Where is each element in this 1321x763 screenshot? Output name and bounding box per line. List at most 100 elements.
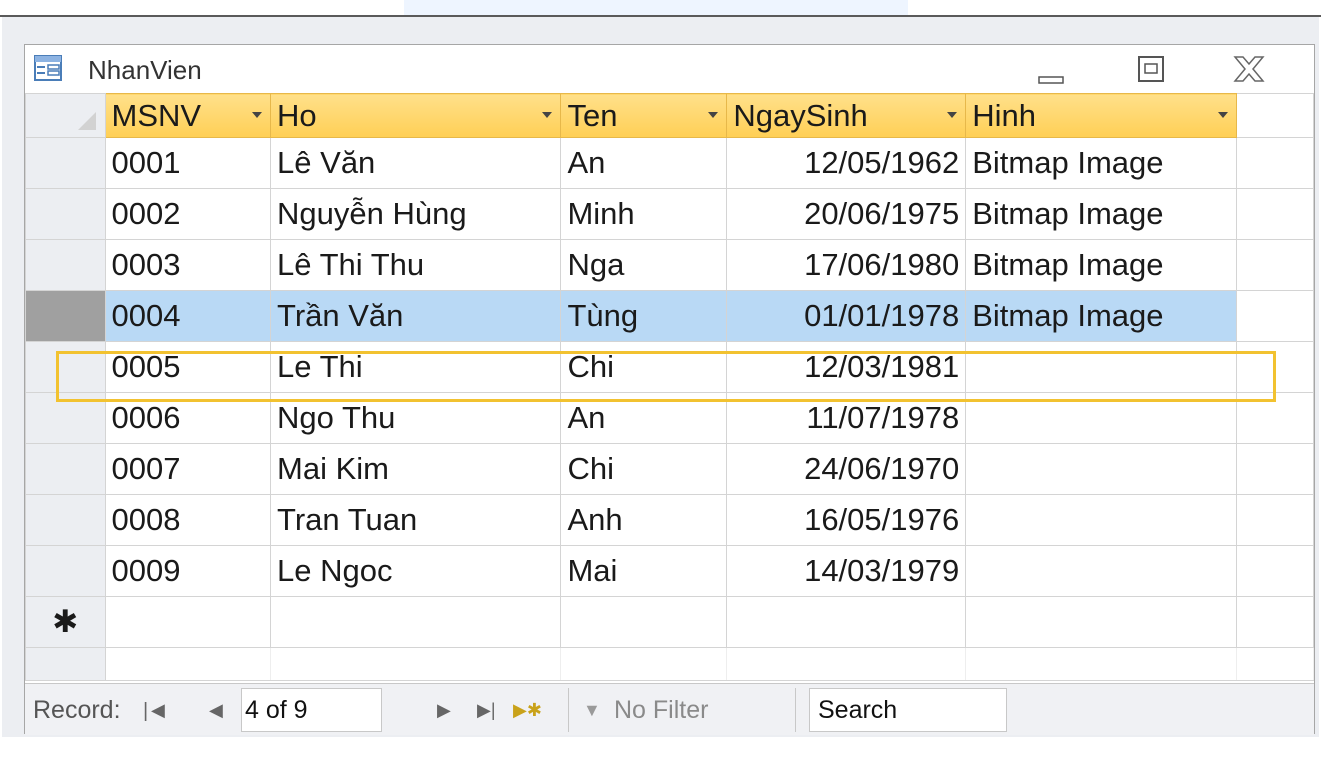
cell-msnv[interactable]: 0006 bbox=[104, 392, 272, 444]
dropdown-arrow-icon[interactable] bbox=[947, 112, 958, 118]
table-row[interactable]: 0007 Mai Kim Chi 24/06/1970 bbox=[25, 443, 1315, 495]
new-cell[interactable] bbox=[965, 596, 1237, 648]
table-row[interactable]: 0005 Le Thi Chi 12/03/1981 bbox=[25, 341, 1315, 393]
cell-ngaysinh[interactable]: 20/06/1975 bbox=[726, 188, 967, 240]
row-selector[interactable] bbox=[25, 392, 106, 444]
cell-msnv[interactable]: 0002 bbox=[104, 188, 272, 240]
cell-ho[interactable]: Trần Văn bbox=[270, 290, 562, 342]
cell-ho[interactable]: Nguyễn Hùng bbox=[270, 188, 562, 240]
previous-record-icon[interactable]: ◀ bbox=[209, 700, 223, 721]
cell-msnv[interactable]: 0003 bbox=[104, 239, 272, 291]
empty-cell bbox=[1235, 137, 1315, 189]
maximize-icon[interactable] bbox=[1129, 51, 1177, 87]
cell-hinh[interactable]: Bitmap Image bbox=[965, 188, 1237, 240]
cell-ten[interactable]: Chi bbox=[560, 443, 728, 495]
cell-ten[interactable]: Minh bbox=[560, 188, 728, 240]
cell-ten[interactable]: Tùng bbox=[560, 290, 728, 342]
row-selector[interactable] bbox=[25, 494, 106, 546]
table-row[interactable]: 0001 Lê Văn An 12/05/1962 Bitmap Image bbox=[25, 137, 1315, 189]
dropdown-arrow-icon[interactable] bbox=[252, 112, 263, 118]
row-selector[interactable] bbox=[25, 239, 106, 291]
cell-hinh[interactable] bbox=[965, 392, 1237, 444]
select-all-corner[interactable] bbox=[25, 93, 106, 138]
new-record-row[interactable]: ✱ bbox=[25, 596, 1315, 648]
cell-ho[interactable]: Le Thi bbox=[270, 341, 562, 393]
first-record-icon[interactable]: ◀ bbox=[151, 700, 166, 721]
cell-ho[interactable]: Tran Tuan bbox=[270, 494, 562, 546]
cell-msnv[interactable]: 0009 bbox=[104, 545, 272, 597]
cell-ngaysinh[interactable]: 12/05/1962 bbox=[726, 137, 967, 189]
empty-filler-row bbox=[25, 647, 1315, 681]
new-record-nav-icon[interactable]: ▶✱ bbox=[513, 700, 542, 721]
cell-ho[interactable]: Mai Kim bbox=[270, 443, 562, 495]
cell-msnv[interactable]: 0005 bbox=[104, 341, 272, 393]
cell-msnv[interactable]: 0008 bbox=[104, 494, 272, 546]
cell-ho[interactable]: Lê Văn bbox=[270, 137, 562, 189]
empty-cell bbox=[1235, 494, 1315, 546]
table-row[interactable]: 0002 Nguyễn Hùng Minh 20/06/1975 Bitmap … bbox=[25, 188, 1315, 240]
cell-msnv[interactable]: 0004 bbox=[104, 290, 272, 342]
table-row[interactable]: 0003 Lê Thi Thu Nga 17/06/1980 Bitmap Im… bbox=[25, 239, 1315, 291]
row-selector[interactable] bbox=[25, 341, 106, 393]
new-record-icon[interactable]: ✱ bbox=[25, 596, 106, 648]
row-selector[interactable] bbox=[25, 188, 106, 240]
column-header-ten[interactable]: Ten bbox=[560, 93, 728, 138]
row-selector[interactable] bbox=[25, 443, 106, 495]
cell-ngaysinh[interactable]: 12/03/1981 bbox=[726, 341, 967, 393]
cell-ngaysinh[interactable]: 14/03/1979 bbox=[726, 545, 967, 597]
table-row-selected[interactable]: 0004 Trần Văn Tùng 01/01/1978 Bitmap Ima… bbox=[25, 290, 1315, 342]
column-header-hinh[interactable]: Hinh bbox=[965, 93, 1237, 138]
cell-hinh[interactable] bbox=[965, 545, 1237, 597]
row-selector[interactable] bbox=[25, 545, 106, 597]
column-header-ho[interactable]: Ho bbox=[270, 93, 562, 138]
cell-hinh[interactable] bbox=[965, 341, 1237, 393]
cell-ten[interactable]: An bbox=[560, 392, 728, 444]
new-cell[interactable] bbox=[726, 596, 967, 648]
record-label: Record: bbox=[33, 696, 121, 724]
new-cell[interactable] bbox=[560, 596, 728, 648]
table-row[interactable]: 0009 Le Ngoc Mai 14/03/1979 bbox=[25, 545, 1315, 597]
cell-ho[interactable]: Ngo Thu bbox=[270, 392, 562, 444]
dropdown-arrow-icon[interactable] bbox=[708, 112, 719, 118]
new-cell[interactable] bbox=[104, 596, 272, 648]
cell-hinh[interactable]: Bitmap Image bbox=[965, 239, 1237, 291]
cell-ten[interactable]: Nga bbox=[560, 239, 728, 291]
cell-ho[interactable]: Lê Thi Thu bbox=[270, 239, 562, 291]
cell-ngaysinh[interactable]: 11/07/1978 bbox=[726, 392, 967, 444]
cell-ten[interactable]: Mai bbox=[560, 545, 728, 597]
close-icon[interactable] bbox=[1225, 51, 1273, 87]
cell-ngaysinh[interactable]: 17/06/1980 bbox=[726, 239, 967, 291]
dropdown-arrow-icon[interactable] bbox=[1217, 112, 1228, 118]
row-selector[interactable] bbox=[25, 137, 106, 189]
column-header-ngaysinh[interactable]: NgaySinh bbox=[726, 93, 967, 138]
cell-hinh[interactable]: Bitmap Image bbox=[965, 290, 1237, 342]
no-filter-toggle[interactable]: No Filter bbox=[614, 696, 708, 725]
cell-hinh[interactable] bbox=[965, 443, 1237, 495]
dropdown-arrow-icon[interactable] bbox=[542, 112, 553, 118]
table-row[interactable]: 0006 Ngo Thu An 11/07/1978 bbox=[25, 392, 1315, 444]
search-input[interactable]: Search bbox=[809, 688, 1007, 732]
new-cell[interactable] bbox=[270, 596, 562, 648]
column-header-msnv[interactable]: MSNV bbox=[104, 93, 272, 138]
cell-ten[interactable]: Anh bbox=[560, 494, 728, 546]
cell-ngaysinh[interactable]: 16/05/1976 bbox=[726, 494, 967, 546]
window-titlebar[interactable]: NhanVien bbox=[25, 45, 1314, 93]
current-record-input[interactable]: 4 of 9 bbox=[241, 688, 382, 732]
next-record-icon[interactable]: ▶ bbox=[437, 700, 451, 721]
table-row[interactable]: 0008 Tran Tuan Anh 16/05/1976 bbox=[25, 494, 1315, 546]
cell-ngaysinh[interactable]: 24/06/1970 bbox=[726, 443, 967, 495]
cell-ngaysinh[interactable]: 01/01/1978 bbox=[726, 290, 967, 342]
cell-msnv[interactable]: 0001 bbox=[104, 137, 272, 189]
empty-cell bbox=[1235, 341, 1315, 393]
cell-hinh[interactable] bbox=[965, 494, 1237, 546]
cell-msnv[interactable]: 0007 bbox=[104, 443, 272, 495]
cell-ten[interactable]: Chi bbox=[560, 341, 728, 393]
cell-ho[interactable]: Le Ngoc bbox=[270, 545, 562, 597]
cell-hinh[interactable]: Bitmap Image bbox=[965, 137, 1237, 189]
row-selector[interactable] bbox=[25, 290, 106, 342]
empty-cell bbox=[1235, 188, 1315, 240]
cell-ten[interactable]: An bbox=[560, 137, 728, 189]
last-record-icon[interactable]: ▶| bbox=[477, 700, 496, 721]
empty-cell bbox=[1235, 596, 1315, 648]
minimize-icon[interactable] bbox=[1025, 51, 1073, 87]
